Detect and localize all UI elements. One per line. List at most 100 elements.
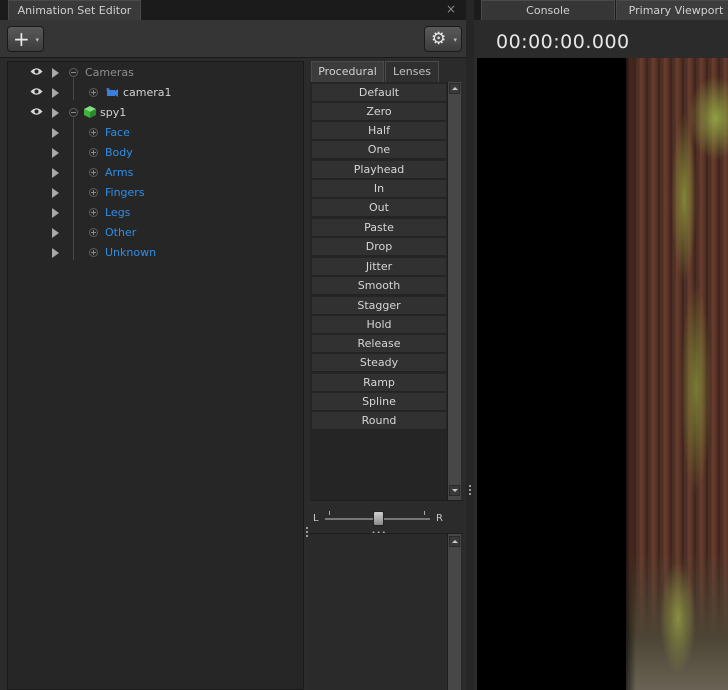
select-triangle-icon[interactable] [52,88,59,98]
viewport-panel: Console Primary Viewport 00:00:00.000 [474,0,728,690]
left-tab-bar: Animation Set Editor × [0,0,466,20]
preset-button-steady[interactable]: Steady [312,354,446,372]
select-triangle-icon[interactable] [52,128,59,138]
visibility-eye-icon[interactable] [30,107,43,116]
select-triangle-icon[interactable] [52,68,59,78]
tree-row[interactable]: Legs [8,203,303,223]
tab-animation-set-editor[interactable]: Animation Set Editor [8,0,141,20]
cube-icon [84,106,96,118]
expand-plus-icon[interactable] [89,188,98,197]
preset-button-drop[interactable]: Drop [312,238,446,256]
tree-item-label: Face [105,126,130,139]
tree-item-label: spy1 [100,106,127,119]
tree-item-label: Unknown [105,246,157,259]
preset-button-half[interactable]: Half [312,122,446,140]
tab-lenses[interactable]: Lenses [385,61,439,82]
add-button[interactable]: + ▾ [7,26,44,52]
animation-set-editor-panel: Animation Set Editor × + ▾ ⚙ ▾ Cameras ca… [0,0,466,690]
tree-row[interactable]: Cameras [8,63,303,83]
tree-row[interactable]: Arms [8,163,303,183]
balance-right-label: R [436,513,443,524]
preset-list-scrollbar[interactable] [447,82,461,500]
preset-button-paste[interactable]: Paste [312,219,446,237]
tree-row[interactable]: camera1 [8,83,303,103]
settings-button[interactable]: ⚙ ▾ [424,26,462,52]
preset-button-smooth[interactable]: Smooth [312,277,446,295]
expand-plus-icon[interactable] [89,148,98,157]
expand-plus-icon[interactable] [89,228,98,237]
collapse-minus-icon[interactable] [69,68,78,77]
tree-row[interactable]: Other [8,223,303,243]
preset-button-spline[interactable]: Spline [312,393,446,411]
preset-button-round[interactable]: Round [312,412,446,430]
procedural-bottom-area [310,533,463,690]
scroll-down-arrow-icon[interactable] [449,485,460,496]
visibility-eye-icon[interactable] [30,87,43,96]
tree-item-label: Arms [105,166,134,179]
tab-console[interactable]: Console [481,0,615,20]
tree-connector-line [73,118,74,260]
balance-slider-handle[interactable] [372,511,384,526]
tree-row[interactable]: spy1 [8,103,303,123]
tree-row[interactable]: Unknown [8,243,303,263]
bottom-scrollbar[interactable] [447,534,461,690]
preset-button-release[interactable]: Release [312,335,446,353]
tree-item-label: Cameras [85,66,134,79]
tree-item-label: Body [105,146,133,159]
scene-shadow-edge [626,58,636,690]
tab-primary-viewport[interactable]: Primary Viewport [616,0,728,20]
collapse-minus-icon[interactable] [69,108,78,117]
preset-button-default[interactable]: Default [312,84,446,102]
tree-row[interactable]: Face [8,123,303,143]
expand-plus-icon[interactable] [89,168,98,177]
pane-splitter-grip[interactable] [469,485,471,495]
editor-toolbar: + ▾ ⚙ ▾ [0,20,466,58]
procedural-preset-list: Default Zero Half One Playhead In Out Paste Drop… [310,82,447,500]
select-triangle-icon[interactable] [52,208,59,218]
preset-button-playhead[interactable]: Playhead [312,161,446,179]
tree-item-label: Other [105,226,137,239]
tree-connector-line [73,78,74,100]
select-triangle-icon[interactable] [52,228,59,238]
balance-left-label: L [313,513,319,524]
select-triangle-icon[interactable] [52,248,59,258]
close-panel-icon[interactable]: × [446,0,456,20]
preset-button-stagger[interactable]: Stagger [312,297,446,315]
slider-tick [424,511,425,515]
tree-item-label: Legs [105,206,131,219]
expand-plus-icon[interactable] [89,128,98,137]
preset-button-zero[interactable]: Zero [312,103,446,121]
balance-slider-area: L R ••• [310,500,463,537]
chevron-down-icon: ▾ [453,36,457,44]
scroll-up-arrow-icon[interactable] [449,83,460,94]
tab-procedural[interactable]: Procedural [311,61,384,82]
select-triangle-icon[interactable] [52,148,59,158]
preset-button-in[interactable]: In [312,180,446,198]
expand-plus-icon[interactable] [89,88,98,97]
expand-plus-icon[interactable] [89,248,98,257]
preset-button-hold[interactable]: Hold [312,316,446,334]
scene-render-image [626,58,728,690]
select-triangle-icon[interactable] [52,188,59,198]
preset-button-one[interactable]: One [312,141,446,159]
splitter-grip[interactable] [306,527,308,537]
tree-item-label: Fingers [105,186,145,199]
gear-icon: ⚙ [431,29,447,49]
tree-row[interactable]: Body [8,143,303,163]
visibility-eye-icon[interactable] [30,67,43,76]
right-tab-bar: Console Primary Viewport [474,0,728,20]
tree-row[interactable]: Fingers [8,183,303,203]
scroll-up-arrow-icon[interactable] [449,536,460,547]
preset-button-ramp[interactable]: Ramp [312,374,446,392]
preset-button-out[interactable]: Out [312,199,446,217]
select-triangle-icon[interactable] [52,168,59,178]
chevron-down-icon: ▾ [35,36,39,44]
expand-plus-icon[interactable] [89,208,98,217]
plus-icon: + [13,27,30,51]
slider-tick [329,511,330,515]
select-triangle-icon[interactable] [52,108,59,118]
animation-set-tree[interactable]: Cameras camera1 spy1 Face Body Arms Fingers Leg… [7,61,304,690]
primary-viewport-canvas[interactable] [477,58,728,690]
camera-icon [106,88,118,97]
preset-button-jitter[interactable]: Jitter [312,258,446,276]
